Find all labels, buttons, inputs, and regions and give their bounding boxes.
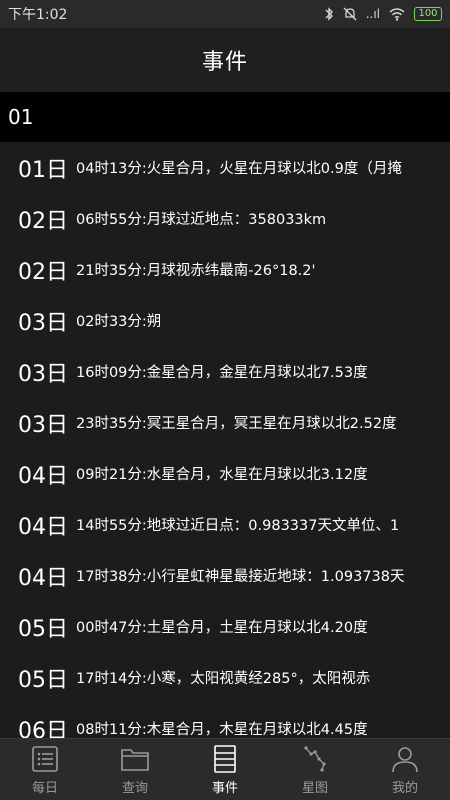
tab-star-chart[interactable]: 星图: [270, 739, 360, 800]
tab-profile[interactable]: 我的: [360, 739, 450, 800]
event-day: 03日: [18, 361, 68, 387]
event-time: 17时38分:: [76, 569, 147, 585]
month-header: 01: [0, 92, 450, 142]
event-description: 土星合月，土星在月球以北4.20度: [146, 620, 368, 636]
event-description: 地球过近日点：0.983337天文单位、1: [146, 518, 400, 534]
wifi-icon: [389, 7, 405, 21]
event-row[interactable]: 06日 08时11分: 木星合月，木星在月球以北4.45度: [0, 703, 450, 739]
event-list[interactable]: 01日 04时13分: 火星合月，火星在月球以北0.9度（月掩 02日 06时5…: [0, 142, 450, 738]
event-time: 21时35分:: [76, 263, 147, 279]
tab-label: 星图: [301, 780, 328, 796]
event-description: 小寒，太阳视黄经285°，太阳视赤: [146, 671, 371, 687]
event-description: 水星合月，水星在月球以北3.12度: [146, 467, 368, 483]
title-bar: 事件: [0, 28, 450, 92]
event-description: 月球过近地点：358033km: [146, 212, 327, 228]
tab-query[interactable]: 查询: [90, 739, 180, 800]
mute-icon: [343, 7, 357, 21]
status-icons: ..ıl 100: [324, 7, 442, 21]
event-day: 05日: [18, 667, 68, 693]
event-description: 小行星虹神星最接近地球：1.093738天: [146, 569, 405, 585]
event-description: 木星合月，木星在月球以北4.45度: [146, 722, 368, 738]
folder-icon: [121, 748, 149, 771]
tab-daily[interactable]: 每日: [0, 739, 90, 800]
event-row[interactable]: 01日 04时13分: 火星合月，火星在月球以北0.9度（月掩: [0, 142, 450, 193]
battery-icon: 100: [414, 7, 442, 21]
event-row[interactable]: 02日 21时35分: 月球视赤纬最南-26°18.2': [0, 244, 450, 295]
event-day: 02日: [18, 208, 68, 234]
event-description: 金星合月，金星在月球以北7.53度: [146, 365, 368, 381]
event-description: 朔: [146, 314, 162, 330]
event-day: 04日: [18, 565, 68, 591]
tab-label: 事件: [211, 780, 238, 796]
event-row[interactable]: 04日 14时55分: 地球过近日点：0.983337天文单位、1: [0, 499, 450, 550]
event-day: 03日: [18, 412, 68, 438]
event-day: 04日: [18, 463, 68, 489]
list-icon: [32, 745, 58, 772]
signal-icon: ..ıl: [365, 7, 380, 21]
event-row[interactable]: 05日 00时47分: 土星合月，土星在月球以北4.20度: [0, 601, 450, 652]
constellation-icon: [304, 745, 326, 772]
bluetooth-icon: [325, 7, 333, 21]
event-row[interactable]: 05日 17时14分: 小寒，太阳视黄经285°，太阳视赤: [0, 652, 450, 703]
events-icon: [214, 744, 236, 773]
event-day: 04日: [18, 514, 68, 540]
tab-events[interactable]: 事件: [180, 739, 270, 800]
event-description: 冥王星合月，冥王星在月球以北2.52度: [146, 416, 397, 432]
event-day: 06日: [18, 718, 68, 739]
event-time: 09时21分:: [76, 467, 147, 483]
event-time: 17时14分:: [76, 671, 147, 687]
tab-label: 我的: [391, 780, 418, 796]
event-time: 23时35分:: [76, 416, 147, 432]
page-title: 事件: [201, 50, 248, 75]
event-day: 02日: [18, 259, 68, 285]
event-row[interactable]: 02日 06时55分: 月球过近地点：358033km: [0, 193, 450, 244]
event-row[interactable]: 04日 17时38分: 小行星虹神星最接近地球：1.093738天: [0, 550, 450, 601]
event-time: 16时09分:: [76, 365, 147, 381]
tab-label: 查询: [121, 780, 148, 796]
event-row[interactable]: 03日 16时09分: 金星合月，金星在月球以北7.53度: [0, 346, 450, 397]
event-day: 01日: [18, 157, 68, 183]
event-time: 04时13分:: [76, 161, 147, 177]
event-time: 06时55分:: [76, 212, 147, 228]
event-description: 月球视赤纬最南-26°18.2': [146, 263, 316, 279]
event-time: 14时55分:: [76, 518, 147, 534]
event-time: 00时47分:: [76, 620, 147, 636]
month-label: 01: [8, 105, 34, 129]
event-time: 02时33分:: [76, 314, 147, 330]
event-row[interactable]: 03日 23时35分: 冥王星合月，冥王星在月球以北2.52度: [0, 397, 450, 448]
tab-label: 每日: [31, 780, 58, 796]
event-time: 08时11分:: [76, 722, 147, 738]
status-bar: 下午1:02 ..ıl 100: [0, 0, 450, 28]
event-day: 05日: [18, 616, 68, 642]
status-time: 下午1:02: [8, 7, 68, 23]
event-description: 火星合月，火星在月球以北0.9度（月掩: [146, 161, 402, 177]
event-row[interactable]: 03日 02时33分: 朔: [0, 295, 450, 346]
event-row[interactable]: 04日 09时21分: 水星合月，水星在月球以北3.12度: [0, 448, 450, 499]
user-icon: [392, 746, 418, 772]
bottom-tab-bar: 每日 查询 事件 星图 我的: [0, 738, 450, 800]
event-day: 03日: [18, 310, 68, 336]
